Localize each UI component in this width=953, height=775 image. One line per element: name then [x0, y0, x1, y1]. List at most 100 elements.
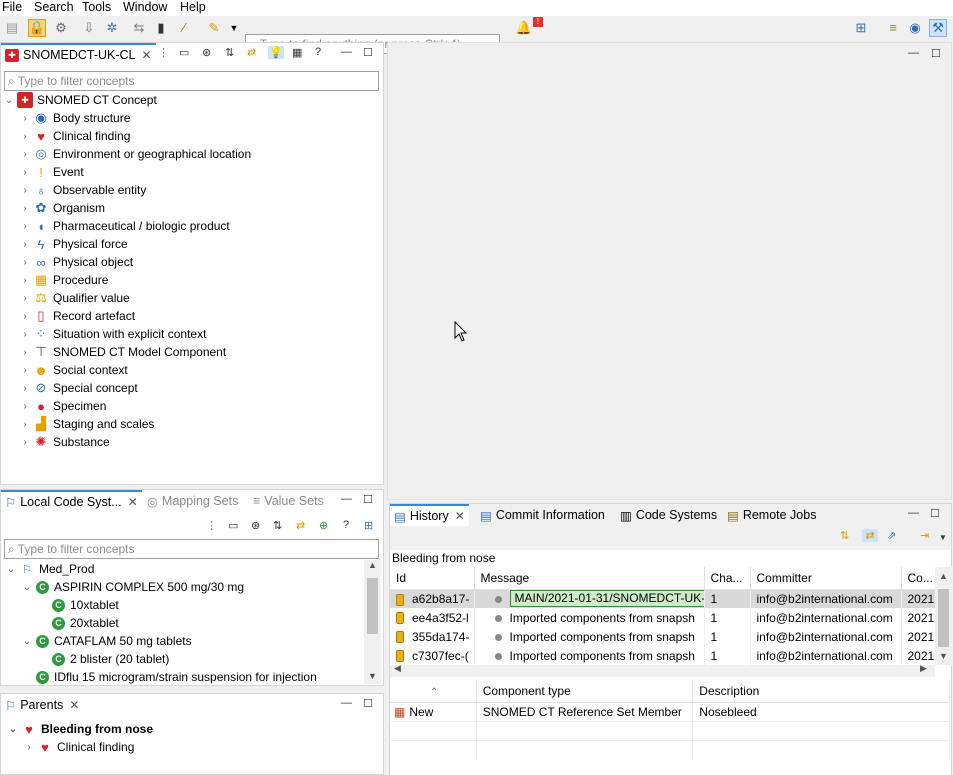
tab-code-systems[interactable]: ▥ Code Systems	[616, 504, 722, 526]
menu-search[interactable]: Search	[34, 0, 74, 15]
tree-item[interactable]: › ϟ Physical force	[19, 235, 127, 253]
list-item[interactable]: C 20xtablet	[37, 614, 119, 632]
lock-icon[interactable]: 🔒	[28, 19, 46, 37]
column-description[interactable]: Description	[692, 680, 950, 703]
gear-icon[interactable]: ⚙	[52, 19, 70, 37]
menu-tools[interactable]: Tools	[82, 0, 111, 15]
maximize-icon[interactable]: ☐	[931, 47, 941, 60]
parents-root[interactable]: ⌄ ♥ Bleeding from nose	[7, 720, 153, 738]
tab-mapping-sets[interactable]: ◎ Mapping Sets	[143, 490, 242, 512]
refresh-icon[interactable]: ⇅	[840, 529, 849, 542]
list-item[interactable]: C IDflu 15 microgram/strain suspension fo…	[21, 668, 317, 686]
filter-icon[interactable]: ▦	[292, 46, 302, 59]
minimize-icon[interactable]: —	[341, 46, 352, 58]
scroll-up-icon[interactable]: ▲	[368, 560, 377, 570]
settings-icon[interactable]: ✲	[103, 19, 121, 37]
tree-item[interactable]: › ♁ Observable entity	[19, 181, 146, 199]
tree-item[interactable]: › ⁘ Situation with explicit context	[19, 325, 206, 343]
table-row[interactable]: a62b8a17- MAIN/2021-01-31/SNOMEDCT-UK- 1 in…	[390, 589, 935, 608]
list-item[interactable]: C 2 blister (20 tablet)	[37, 650, 169, 668]
chevron-right-icon[interactable]: ›	[19, 113, 31, 124]
chevron-right-icon[interactable]: ›	[23, 742, 35, 753]
chevron-down-icon[interactable]: ⌄	[3, 95, 15, 106]
export-icon[interactable]: ⇗	[887, 529, 896, 542]
structure-icon[interactable]: ⊞	[364, 519, 373, 532]
database-icon[interactable]: ≡	[884, 19, 902, 37]
tree-item[interactable]: › ✺ Substance	[19, 433, 109, 451]
chevron-right-icon[interactable]: ›	[19, 401, 31, 412]
chevron-right-icon[interactable]: ›	[19, 419, 31, 430]
chevron-right-icon[interactable]: ›	[19, 203, 31, 214]
tree-item[interactable]: › ♥ Clinical finding	[19, 127, 130, 145]
column-header[interactable]: Message	[474, 567, 705, 590]
maximize-icon[interactable]: ☐	[363, 493, 373, 506]
maximize-icon[interactable]: ☐	[363, 697, 373, 710]
column-header[interactable]: Id	[390, 567, 475, 590]
menu-window[interactable]: Window	[123, 0, 167, 15]
lightbulb-icon[interactable]: 💡	[268, 46, 284, 59]
concepts-filter-input[interactable]: ⌕ Type to filter concepts	[4, 71, 379, 91]
tab-snomedct-uk-cl[interactable]: ✚ SNOMEDCT-UK-CL ✕	[1, 43, 156, 65]
pointer-icon[interactable]: ⇩	[80, 19, 98, 37]
history-hscrollbar[interactable]: ◀ ▶	[390, 663, 935, 677]
chevron-right-icon[interactable]: ›	[19, 383, 31, 394]
save-icon[interactable]: ▤	[3, 19, 21, 37]
tree-item[interactable]: › ◖ Pharmaceutical / biologic product	[19, 217, 229, 235]
minimize-icon[interactable]: —	[341, 697, 352, 709]
minimize-icon[interactable]: —	[908, 47, 919, 59]
list-item[interactable]: ⌄ ⚐ Med_Prod	[5, 560, 95, 578]
chevron-down-icon[interactable]: ⌄	[7, 724, 19, 735]
hierarchy-icon[interactable]: ⋮	[206, 519, 217, 532]
close-icon[interactable]: ✕	[142, 48, 152, 62]
wand-icon[interactable]: ⁄	[175, 19, 193, 37]
tree-item[interactable]: › ⊤ SNOMED CT Model Component	[19, 343, 226, 361]
local-scrollbar[interactable]: ▲ ▼	[364, 560, 381, 684]
column-header[interactable]: Cha...	[704, 567, 751, 590]
help-icon[interactable]: ?	[343, 519, 349, 531]
menu-file[interactable]: File	[2, 0, 22, 15]
maximize-icon[interactable]: ☐	[930, 507, 940, 520]
chevron-down-icon[interactable]: ⌄	[21, 582, 33, 593]
scrollbar-thumb[interactable]	[367, 578, 378, 634]
parents-child[interactable]: › ♥ Clinical finding	[23, 738, 134, 756]
tab-local-code-systems[interactable]: ⚐ Local Code Syst... ✕	[1, 490, 142, 512]
scrollbar-thumb[interactable]	[938, 589, 949, 647]
sync-icon[interactable]: ⇄	[862, 529, 878, 542]
chevron-right-icon[interactable]: ›	[19, 131, 31, 142]
close-icon[interactable]: ✕	[455, 509, 465, 523]
tab-history[interactable]: ▤ History ✕	[390, 504, 469, 526]
filter-icon[interactable]: ⇥	[920, 529, 929, 542]
menu-help[interactable]: Help	[180, 0, 206, 15]
scroll-down-icon[interactable]: ▼	[368, 671, 377, 681]
chevron-right-icon[interactable]: ›	[19, 149, 31, 160]
tab-commit-information[interactable]: ▤ Commit Information	[476, 504, 609, 526]
maximize-icon[interactable]: ☐	[363, 46, 373, 59]
tree-item[interactable]: › ▯ Record artefact	[19, 307, 135, 325]
help-icon[interactable]: ?	[315, 46, 321, 58]
hierarchy-icon[interactable]: ⋮	[158, 46, 169, 59]
minimize-icon[interactable]: —	[908, 507, 919, 519]
sort-icon[interactable]: ⇅	[225, 46, 234, 59]
tool-icon[interactable]: ✎	[205, 19, 223, 37]
chevron-right-icon[interactable]: ›	[19, 365, 31, 376]
chevron-down-icon[interactable]: ⌄	[5, 564, 17, 575]
sync-icon[interactable]: ⇄	[247, 46, 256, 59]
scroll-right-icon[interactable]: ▶	[920, 663, 927, 674]
tree-item[interactable]: › ☻ Social context	[19, 361, 127, 379]
tree-item[interactable]: › ● Specimen	[19, 397, 106, 415]
chevron-right-icon[interactable]: ›	[19, 311, 31, 322]
close-icon[interactable]: ✕	[128, 495, 138, 509]
table-row[interactable]: ee4a3f52-l Imported components from snaps…	[390, 608, 935, 627]
table-row[interactable]: c7307fec-(Imported components from snaps…	[390, 646, 935, 665]
scroll-up-icon[interactable]: ▲	[939, 571, 948, 581]
chevron-right-icon[interactable]: ›	[19, 257, 31, 268]
tree-item[interactable]: › ◎ Environment or geographical location	[19, 145, 251, 163]
perspective-open-icon[interactable]: ⊞	[852, 19, 870, 37]
history-scrollbar[interactable]: ▲ ▼	[935, 567, 952, 665]
chevron-right-icon[interactable]: ›	[19, 167, 31, 178]
chevron-down-icon[interactable]: ⌄	[21, 636, 33, 647]
scroll-left-icon[interactable]: ◀	[394, 663, 401, 674]
chevron-right-icon[interactable]: ›	[19, 221, 31, 232]
sort-column-header[interactable]: ⌃	[390, 680, 477, 703]
collapse-all-icon[interactable]: ▭	[228, 519, 238, 532]
